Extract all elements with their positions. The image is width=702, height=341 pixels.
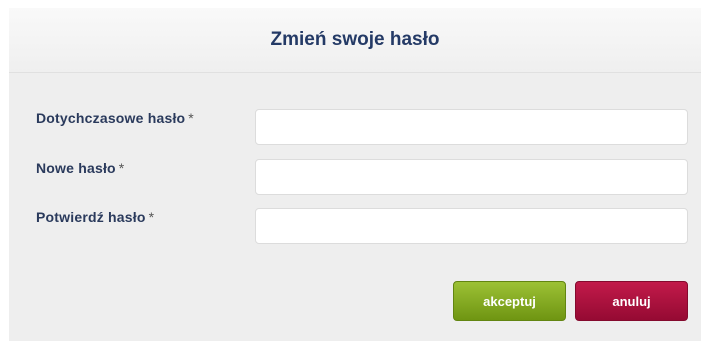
new-password-input[interactable] bbox=[255, 159, 688, 195]
current-password-label: Dotychczasowe hasło * bbox=[36, 110, 194, 126]
required-marker: * bbox=[188, 110, 194, 126]
accept-button[interactable]: akceptuj bbox=[453, 281, 566, 321]
change-password-dialog: Zmień swoje hasło Dotychczasowe hasło * N… bbox=[9, 8, 701, 341]
current-password-label-text: Dotychczasowe hasło bbox=[36, 110, 186, 126]
dialog-title: Zmień swoje hasło bbox=[270, 29, 440, 50]
required-marker: * bbox=[148, 209, 155, 225]
confirm-password-label: Potwierdź hasło * bbox=[36, 209, 154, 225]
confirm-password-input[interactable] bbox=[255, 208, 688, 244]
new-password-label-text: Nowe hasło bbox=[36, 160, 116, 176]
confirm-password-label-text: Potwierdź hasło bbox=[36, 209, 146, 225]
dialog-header: Zmień swoje hasło bbox=[9, 8, 701, 73]
current-password-input[interactable] bbox=[255, 109, 688, 145]
cancel-button[interactable]: anuluj bbox=[575, 281, 688, 321]
new-password-label: Nowe hasło * bbox=[36, 160, 124, 176]
required-marker: * bbox=[118, 160, 125, 176]
